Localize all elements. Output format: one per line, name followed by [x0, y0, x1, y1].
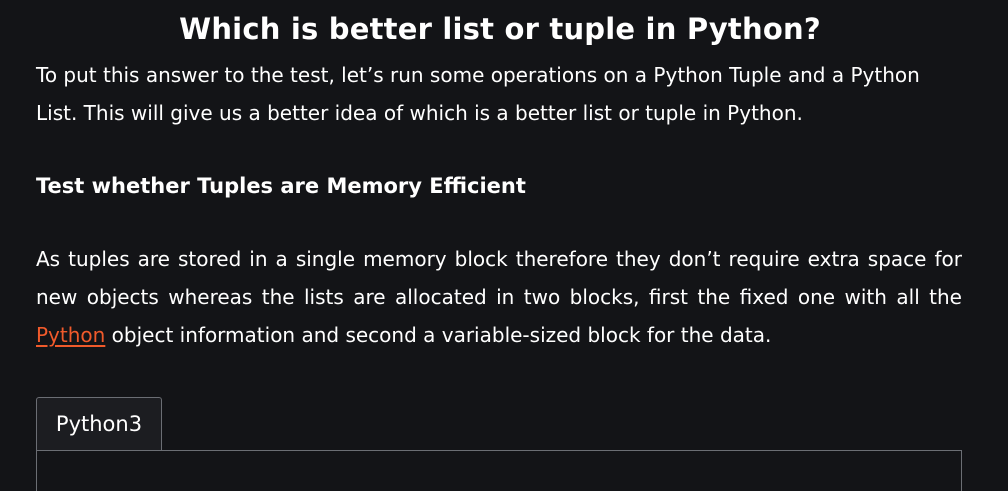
code-body	[36, 450, 962, 491]
article-title: Which is better list or tuple in Python?	[179, 12, 821, 46]
code-block: Python3	[36, 397, 962, 491]
body-text-before-link: As tuples are stored in a single memory …	[36, 247, 962, 309]
article: Which is better list or tuple in Python?…	[0, 0, 1008, 491]
code-tab-python3[interactable]: Python3	[36, 397, 162, 450]
python-link[interactable]: Python	[36, 323, 105, 347]
body-paragraph: As tuples are stored in a single memory …	[36, 240, 962, 354]
body-text-after-link: object information and second a variable…	[105, 323, 772, 347]
intro-paragraph: To put this answer to the test, let’s ru…	[36, 63, 920, 125]
section-heading: Test whether Tuples are Memory Efficient	[36, 174, 526, 198]
